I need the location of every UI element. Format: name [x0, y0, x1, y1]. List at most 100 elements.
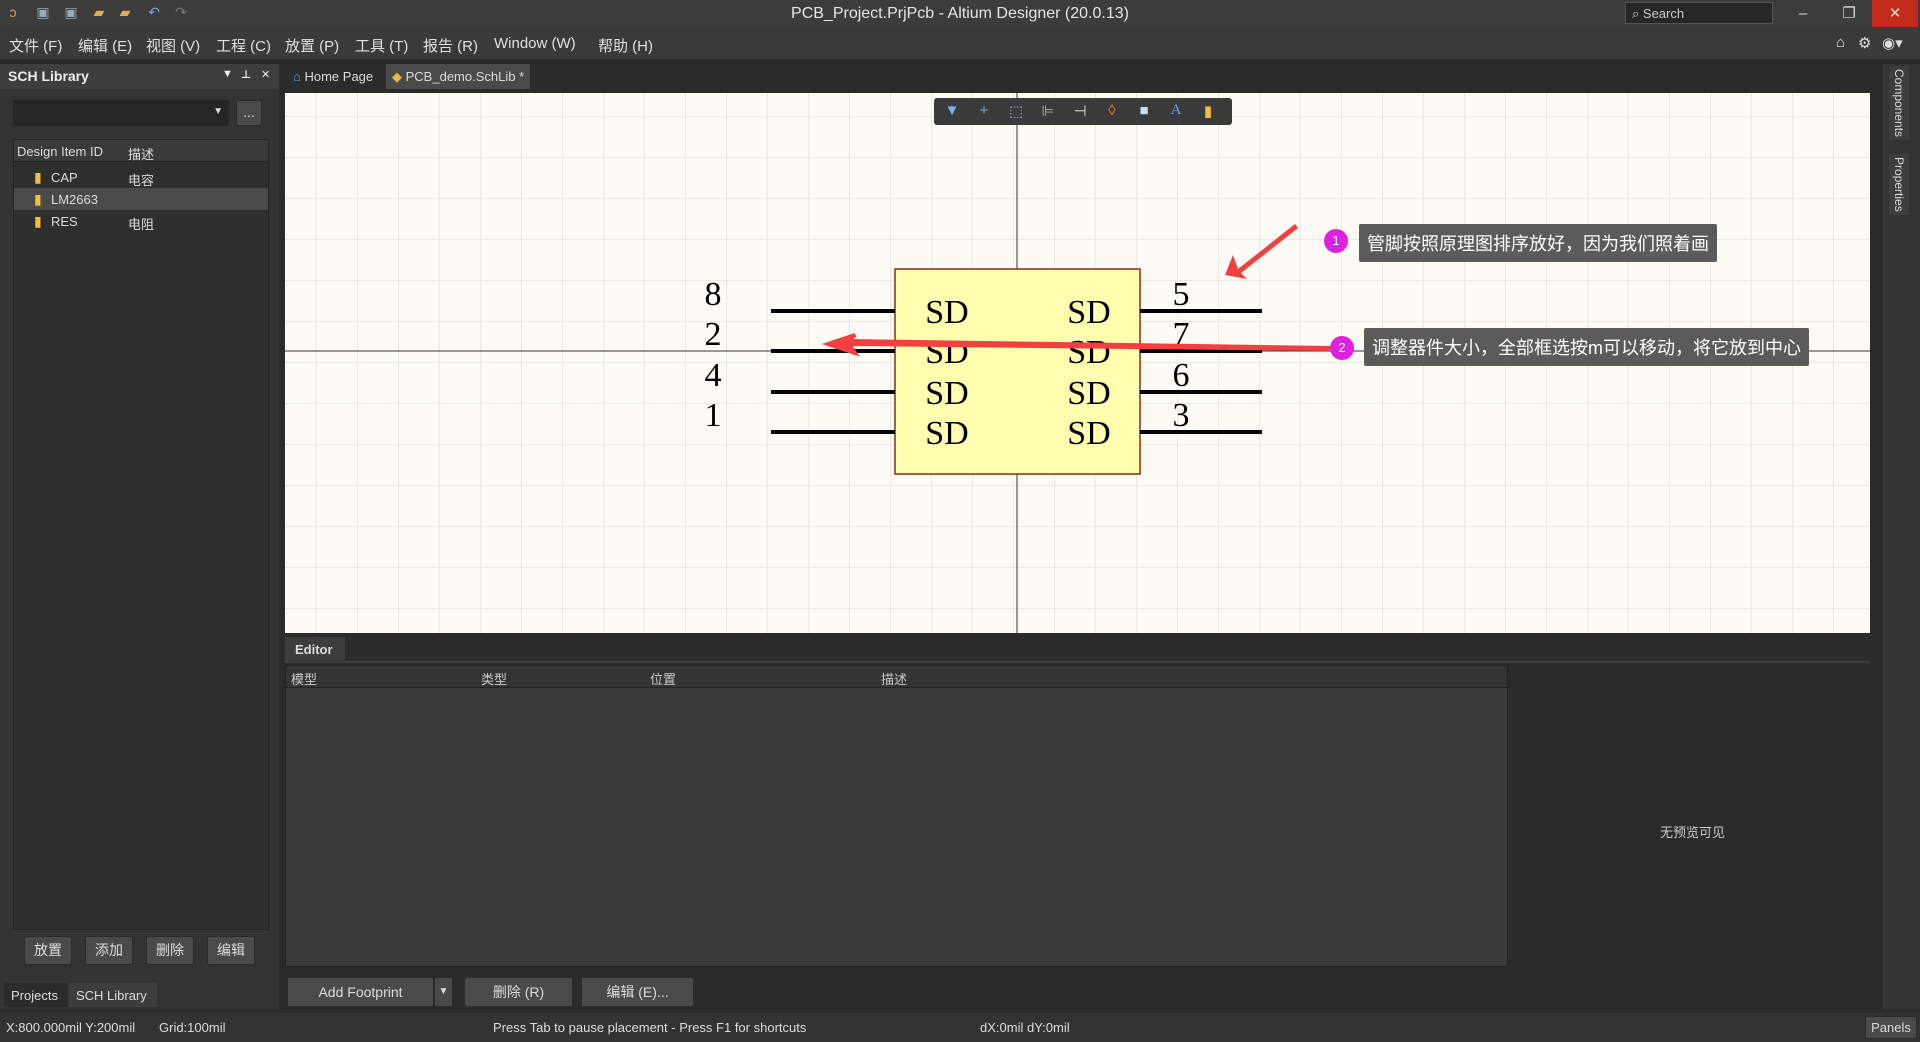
filter-icon[interactable]: ▼	[940, 102, 964, 122]
menu-file[interactable]: 文件 (F)	[9, 35, 62, 56]
item-desc: 电阻	[128, 217, 155, 232]
component-icon: ▮	[34, 213, 42, 229]
minimize-button[interactable]: –	[1780, 0, 1826, 27]
no-preview-text: 无预览可见	[1660, 825, 1726, 840]
divider	[285, 661, 1870, 663]
delete-model-button[interactable]: 删除 (R)	[464, 977, 573, 1007]
edit-button[interactable]: 编辑	[207, 936, 255, 965]
column-description[interactable]: 描述	[128, 144, 154, 163]
delta-coordinates: dX:0mil dY:0mil	[980, 1020, 1070, 1035]
tab-label: PCB_demo.SchLib *	[405, 69, 525, 84]
annotation-callout-2: 调整器件大小，全部框选按m可以移动，将它放到中心	[1364, 328, 1809, 366]
menu-tools[interactable]: 工具 (T)	[355, 35, 408, 56]
status-bar: X:800.000mil Y:200mil Grid:100mil Press …	[0, 1013, 1920, 1042]
column-location[interactable]: 位置	[647, 666, 679, 691]
user-icon[interactable]: ◉▾	[1882, 34, 1903, 52]
pin-number-left: 4	[705, 357, 722, 394]
add-footprint-button[interactable]: Add Footprint	[287, 977, 434, 1007]
pin-number-left: 2	[705, 316, 722, 353]
align-icon[interactable]: ⊫	[1036, 102, 1060, 122]
place-pin-icon[interactable]: ⊣	[1068, 102, 1092, 122]
home-icon[interactable]: ⌂	[1836, 34, 1845, 51]
tab-home-page[interactable]: ⌂ Home Page	[287, 64, 379, 89]
chevron-down-icon: ▼	[213, 106, 223, 117]
component-icon: ▮	[34, 191, 42, 207]
tab-properties[interactable]: Properties	[1889, 154, 1909, 215]
tab-sch-library[interactable]: SCH Library	[69, 983, 157, 1007]
right-panel-strip: Components Properties	[1883, 64, 1920, 1009]
column-description[interactable]: 描述	[878, 666, 910, 691]
status-hint: Press Tab to pause placement - Press F1 …	[493, 1020, 807, 1035]
menu-place[interactable]: 放置 (P)	[285, 35, 339, 56]
pin-number-right: 3	[1173, 397, 1190, 434]
add-button[interactable]: 添加	[85, 936, 133, 965]
list-item-selected[interactable]: ▮ LM2663	[14, 188, 268, 210]
menu-bar: 文件 (F) 编辑 (E) 视图 (V) 工程 (C) 放置 (P) 工具 (T…	[0, 27, 1920, 59]
move-icon[interactable]: +	[972, 102, 996, 122]
component-list: Design Item ID 描述 ▮ CAP 电容 ▮ LM2663 ▮ RE…	[13, 139, 269, 930]
annotation-badge-1: 1	[1324, 229, 1348, 253]
item-id: CAP	[51, 170, 78, 185]
pin-number-right: 6	[1173, 357, 1190, 394]
pin-icon[interactable]: ⊥	[241, 68, 251, 81]
filter-dropdown[interactable]: ▼	[13, 100, 229, 126]
active-bar: ▼ + ⬚ ⊫ ⊣ ◊ ■ A ▮	[934, 98, 1232, 125]
add-footprint-dropdown[interactable]: ▼	[434, 977, 453, 1007]
search-placeholder: Search	[1642, 6, 1685, 21]
pin-name-left: SD	[925, 415, 968, 452]
column-design-item-id[interactable]: Design Item ID	[17, 144, 103, 159]
cursor-coordinates: X:800.000mil Y:200mil	[6, 1020, 136, 1035]
home-icon: ⌂	[293, 69, 301, 84]
browse-button[interactable]: ...	[236, 100, 262, 126]
panels-button[interactable]: Panels	[1865, 1016, 1917, 1039]
list-item[interactable]: ▮ RES 电阻	[14, 210, 268, 232]
title-bar: ↄ ▣ ▣ ▰ ▰ ↶ ↷ PCB_Project.PrjPcb - Altiu…	[0, 0, 1920, 27]
panel-menu-icon[interactable]: ▼	[222, 68, 233, 80]
delete-button[interactable]: 删除	[146, 936, 194, 965]
pin-name-right: SD	[1067, 294, 1110, 331]
menu-view[interactable]: 视图 (V)	[146, 35, 200, 56]
tab-projects[interactable]: Projects	[4, 983, 68, 1007]
menu-help[interactable]: 帮助 (H)	[598, 35, 653, 56]
pin-name-left: SD	[925, 334, 968, 371]
tab-label: Home Page	[304, 69, 374, 84]
pin-name-right: SD	[1067, 375, 1110, 412]
component-icon: ▮	[34, 169, 42, 185]
search-input[interactable]: ⌕ Search	[1625, 2, 1773, 24]
gear-icon[interactable]: ⚙	[1858, 34, 1871, 52]
tab-pcb-demo-schlib[interactable]: ◆ PCB_demo.SchLib *	[386, 64, 531, 89]
pin-name-left: SD	[925, 294, 968, 331]
table-header: 模型 类型 位置 描述	[286, 666, 1507, 688]
edit-model-button[interactable]: 编辑 (E)...	[581, 977, 694, 1007]
tab-components[interactable]: Components	[1889, 66, 1909, 141]
close-panel-icon[interactable]: ✕	[261, 68, 270, 81]
list-header: Design Item ID 描述	[14, 140, 268, 162]
column-model[interactable]: 模型	[288, 666, 320, 691]
part-icon[interactable]: ▮	[1196, 102, 1220, 122]
item-id: RES	[51, 214, 78, 229]
column-type[interactable]: 类型	[478, 666, 510, 691]
schematic-canvas[interactable]: 8 5 SD SD 2 7 SD SD 4 6 SD SD 1 3 SD SD 1 管脚按照原理图排序放好，因…	[285, 93, 1870, 633]
menu-window[interactable]: Window (W)	[494, 35, 576, 52]
rectangle-icon[interactable]: ■	[1132, 102, 1156, 122]
select-icon[interactable]: ⬚	[1004, 102, 1028, 122]
annotation-badge-2: 2	[1330, 336, 1354, 360]
pin-number-left: 1	[705, 397, 722, 434]
footprint-table: 模型 类型 位置 描述	[285, 665, 1508, 967]
annotation-arrow-1	[1225, 224, 1298, 279]
restore-button[interactable]: ❐	[1826, 0, 1872, 27]
pin-name-right: SD	[1067, 334, 1110, 371]
text-icon[interactable]: A	[1164, 102, 1188, 122]
menu-reports[interactable]: 报告 (R)	[423, 35, 478, 56]
place-button[interactable]: 放置	[24, 936, 72, 965]
menu-project[interactable]: 工程 (C)	[216, 35, 271, 56]
close-button[interactable]: ✕	[1872, 0, 1918, 27]
ieee-symbol-icon[interactable]: ◊	[1100, 102, 1124, 122]
item-desc: 电容	[128, 173, 155, 188]
list-item[interactable]: ▮ CAP 电容	[14, 166, 268, 188]
pin-number-left: 8	[705, 276, 722, 313]
item-id: LM2663	[51, 192, 98, 207]
menu-edit[interactable]: 编辑 (E)	[78, 35, 132, 56]
tab-editor[interactable]: Editor	[285, 637, 345, 661]
pin-name-left: SD	[925, 375, 968, 412]
